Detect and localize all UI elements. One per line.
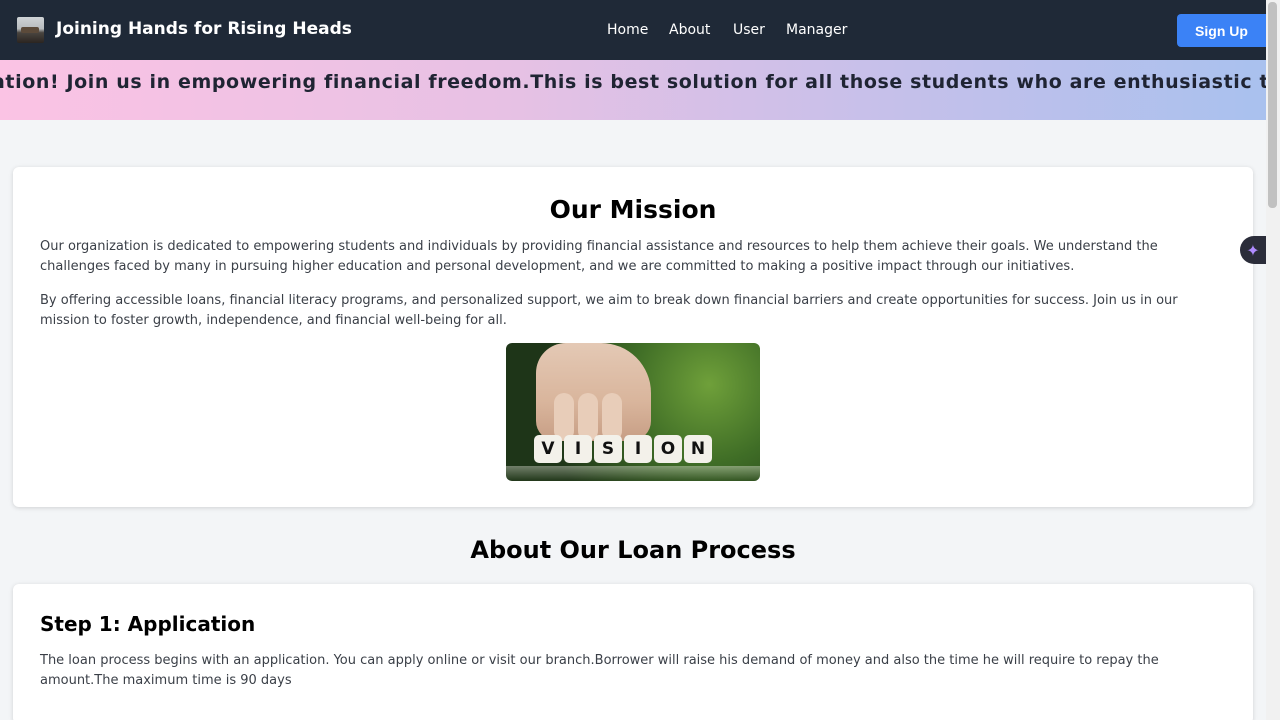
finger-graphic (602, 393, 622, 441)
step-1-title: Step 1: Application (40, 612, 256, 636)
loan-process-title: About Our Loan Process (470, 536, 796, 564)
brand-title[interactable]: Joining Hands for Rising Heads (56, 19, 352, 39)
sparkle-icon[interactable]: ✦ (1240, 236, 1266, 264)
image-reflection (506, 466, 760, 481)
nav-home-link[interactable]: Home (607, 22, 648, 38)
step-1-card: Step 1: Application The loan process beg… (13, 584, 1253, 720)
die: S (594, 435, 622, 463)
mission-card: Our Mission Our organization is dedicate… (13, 167, 1253, 507)
dice-row: V I S I O N (534, 435, 712, 463)
finger-graphic (554, 393, 574, 441)
mission-title: Our Mission (549, 195, 717, 224)
nav-manager-link[interactable]: Manager (786, 22, 847, 38)
nav-about-link[interactable]: About (669, 22, 710, 38)
scrollbar-thumb[interactable] (1268, 2, 1277, 208)
finger-graphic (578, 393, 598, 441)
sign-up-button[interactable]: Sign Up (1177, 14, 1266, 47)
die: I (624, 435, 652, 463)
die: V (534, 435, 562, 463)
mission-paragraph-1: Our organization is dedicated to empower… (40, 239, 1158, 274)
die: N (684, 435, 712, 463)
nav-user-link[interactable]: User (733, 22, 765, 38)
navbar: Joining Hands for Rising Heads Home Abou… (0, 0, 1266, 60)
die: I (564, 435, 592, 463)
banner-text: ation! Join us in empowering financial f… (0, 71, 1266, 93)
step-1-text: The loan process begins with an applicat… (40, 653, 1159, 688)
mission-vision-image: V I S I O N (506, 343, 760, 481)
logo-image-icon[interactable] (17, 17, 44, 43)
scrolling-banner: ation! Join us in empowering financial f… (0, 60, 1266, 120)
mission-paragraph-2: By offering accessible loans, financial … (40, 293, 1178, 328)
die: O (654, 435, 682, 463)
page-scrollbar[interactable] (1266, 0, 1280, 720)
